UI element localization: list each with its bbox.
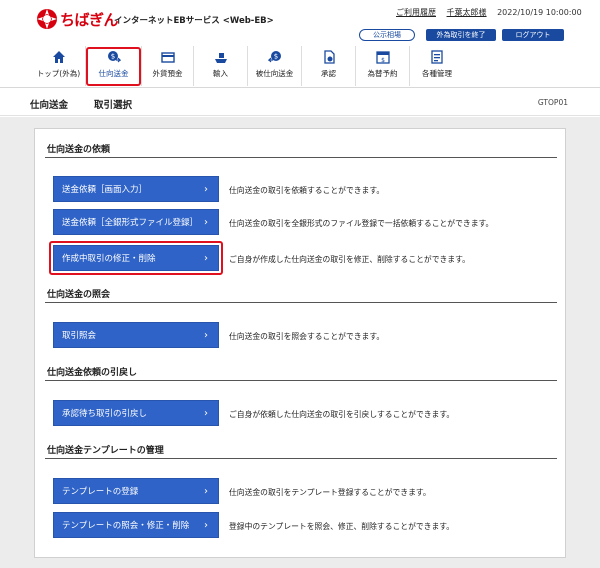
nav-label: 輸入 — [213, 69, 228, 78]
item-description: ご自身が依頼した仕向送金の取引を引戻しすることができます。 — [229, 410, 455, 419]
approve-icon — [323, 50, 335, 64]
public-rate-button[interactable]: 公示相場 — [359, 29, 415, 41]
chevron-right-icon: › — [204, 184, 208, 195]
button-label: テンプレートの登録 — [62, 487, 139, 497]
chevron-right-icon: › — [204, 217, 208, 228]
item-description: 登録中のテンプレートを照会、修正、削除することができます。 — [229, 522, 455, 531]
usage-history-link[interactable]: ご利用履歴 — [396, 8, 436, 17]
screen-code: GTOP01 — [537, 98, 568, 107]
highlight-frame — [86, 47, 141, 86]
nav-label: 為替予約 — [367, 69, 398, 78]
remit-request-screen-button[interactable]: 送金依頼［画面入力］ › — [53, 176, 219, 202]
nav-label: 各種管理 — [422, 69, 452, 78]
button-label: 承認待ち取引の引戻し — [62, 409, 148, 419]
section-divider — [45, 458, 557, 459]
page-titlebar: 仕向送金 取引選択 GTOP01 — [0, 88, 600, 116]
nav-item-fx-deposit[interactable]: 外貨預金 — [142, 46, 194, 86]
deposit-icon — [160, 52, 175, 63]
nav-item-manage[interactable]: 各種管理 — [410, 46, 464, 86]
button-label: 取引照会 — [62, 331, 97, 341]
button-label: テンプレートの照会・修正・削除 — [62, 521, 190, 531]
section-heading: 仕向送金テンプレートの管理 — [47, 446, 164, 456]
receive-icon: $ — [267, 51, 281, 63]
section-heading: 仕向送金の照会 — [47, 290, 111, 300]
item-description: 仕向送金の取引をテンプレート登録することができます。 — [229, 488, 431, 497]
button-label: 送金依頼［全銀形式ファイル登録］ — [62, 218, 199, 228]
nav-item-approve[interactable]: 承認 — [302, 46, 356, 86]
logout-button[interactable]: ログアウト — [502, 29, 564, 41]
menu-panel: 仕向送金の依頼 送金依頼［画面入力］ › 仕向送金の取引を依頼することができます… — [34, 128, 566, 558]
item-description: ご自身が作成した仕向送金の取引を修正、削除することができます。 — [229, 255, 470, 264]
section-title: 仕向送金 — [30, 100, 69, 111]
item-description: 仕向送金の取引を全銀形式のファイル登録で一括依頼することができます。 — [229, 219, 494, 228]
main-area: 仕向送金の依頼 送金依頼［画面入力］ › 仕向送金の取引を依頼することができます… — [0, 117, 600, 568]
home-icon — [52, 51, 65, 63]
template-register-button[interactable]: テンプレートの登録 › — [53, 478, 219, 504]
top-links: ご利用履歴 千葉太郎様 2022/10/19 10:00:00 — [396, 7, 582, 18]
chevron-right-icon: › — [204, 486, 208, 497]
forward-icon: $ — [375, 51, 390, 64]
end-fx-button[interactable]: 外為取引を終了 — [426, 29, 496, 41]
header: ちばぎん インターネットEBサービス <Web-EB> ご利用履歴 千葉太郎様 … — [0, 0, 600, 88]
nav-label: 外貨預金 — [152, 69, 183, 78]
nav-item-forward[interactable]: $ 為替予約 — [356, 46, 410, 86]
item-description: 仕向送金の取引を照会することができます。 — [229, 332, 385, 341]
manage-icon — [431, 50, 443, 64]
remit-request-file-button[interactable]: 送金依頼［全銀形式ファイル登録］ › — [53, 209, 219, 235]
section-heading: 仕向送金の依頼 — [47, 145, 111, 155]
highlight-frame — [49, 241, 223, 275]
import-icon — [214, 53, 227, 63]
nav-item-top[interactable]: トップ(外為) — [32, 46, 86, 86]
chevron-right-icon: › — [204, 408, 208, 419]
recall-pending-button[interactable]: 承認待ち取引の引戻し › — [53, 400, 219, 426]
transaction-inquiry-button[interactable]: 取引照会 › — [53, 322, 219, 348]
nav-label: 被仕向送金 — [255, 69, 294, 78]
brand-name: ちばぎん — [60, 11, 119, 29]
section-divider — [45, 157, 557, 158]
svg-text:$: $ — [273, 53, 277, 61]
item-description: 仕向送金の取引を依頼することができます。 — [229, 186, 385, 195]
chevron-right-icon: › — [204, 520, 208, 531]
login-timestamp: 2022/10/19 10:00:00 — [497, 8, 582, 17]
nav-item-import[interactable]: 輸入 — [194, 46, 248, 86]
nav-item-receive[interactable]: $ 被仕向送金 — [248, 46, 302, 86]
template-manage-button[interactable]: テンプレートの照会・修正・削除 › — [53, 512, 219, 538]
section-divider — [45, 380, 557, 381]
nav-label: トップ(外為) — [36, 69, 81, 78]
service-name: インターネットEBサービス <Web-EB> — [114, 16, 274, 26]
bank-logo-icon — [37, 9, 57, 29]
button-label: 送金依頼［画面入力］ — [62, 185, 148, 195]
section-heading: 仕向送金依頼の引戻し — [47, 368, 138, 378]
page-title: 取引選択 — [94, 100, 133, 111]
svg-text:$: $ — [381, 57, 385, 64]
user-name-link[interactable]: 千葉太郎様 — [447, 8, 487, 17]
section-divider — [45, 302, 557, 303]
chevron-right-icon: › — [204, 330, 208, 341]
nav-label: 承認 — [321, 69, 336, 78]
